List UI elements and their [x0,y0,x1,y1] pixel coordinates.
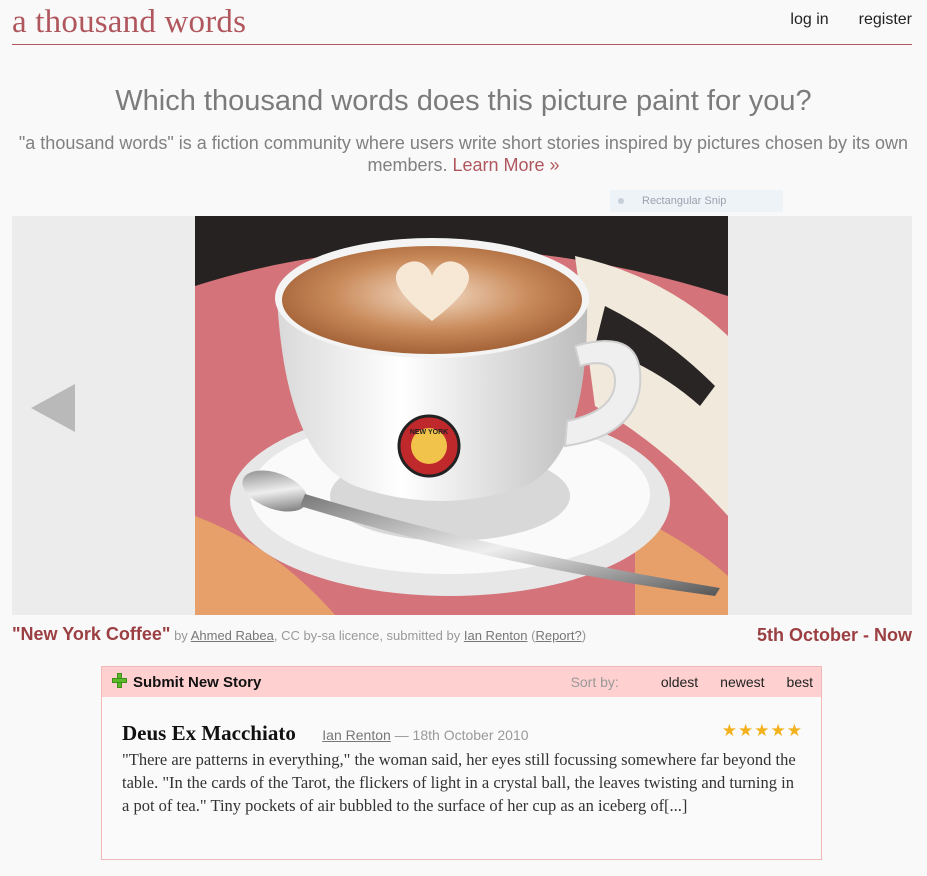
licence-text: , CC by-sa licence, submitted by [273,628,461,643]
rectangular-snip-tooltip: Rectangular Snip [610,190,783,212]
story-rating: ★ ★ ★ ★ ★ [721,721,802,740]
submit-story-button[interactable]: Submit New Story [133,674,261,691]
coffee-cup-photo: NEW YORK [195,216,728,615]
header-divider [12,44,912,45]
stories-toolbar: Submit New Story Sort by: oldest newest … [102,667,821,697]
star-icon: ★ [738,721,754,740]
sort-newest[interactable]: newest [720,674,764,690]
cup-brand-label: NEW YORK [410,429,448,436]
report-link[interactable]: Report? [535,628,581,643]
by-label: by [174,628,188,643]
previous-picture-arrow-icon[interactable] [31,384,75,432]
page-headline: Which thousand words does this picture p… [115,85,812,117]
author-link[interactable]: Ahmed Rabea [191,628,274,643]
story-excerpt: "There are patterns in everything," the … [122,750,796,815]
story-author-link[interactable]: Ian Renton [322,727,391,743]
story-title[interactable]: Deus Ex Macchiato [122,721,296,745]
register-link[interactable]: register [859,11,912,29]
sort-oldest[interactable]: oldest [661,674,698,690]
sort-label: Sort by: [570,674,619,690]
submitter-link[interactable]: Ian Renton [464,628,528,643]
picture-carousel: NEW YORK [12,216,912,615]
snip-icon [618,198,624,204]
featured-picture: NEW YORK [195,216,728,615]
star-icon: ★ [770,721,786,740]
sort-best[interactable]: best [787,674,813,690]
story-date: — 18th October 2010 [390,727,529,743]
login-link[interactable]: log in [790,11,828,29]
story-meta: Ian Renton — 18th October 2010 [322,727,528,743]
sort-controls: Sort by: oldest newest best [571,674,813,690]
report-close: ) [581,628,587,643]
story-item: Deus Ex Macchiato Ian Renton — 18th Octo… [122,721,802,817]
picture-caption: "New York Coffee" by Ahmed Rabea, CC by-… [12,624,586,645]
star-icon: ★ [721,721,737,740]
star-icon: ★ [754,721,770,740]
snip-label: Rectangular Snip [642,195,727,207]
star-icon: ★ [786,721,802,740]
header-nav: log in register [790,11,912,29]
picture-title[interactable]: "New York Coffee" [12,624,170,644]
plus-icon[interactable] [112,672,127,688]
stories-panel: Submit New Story Sort by: oldest newest … [101,666,822,860]
learn-more-link[interactable]: Learn More » [452,155,559,175]
intro-text: "a thousand words" is a fiction communit… [12,132,915,176]
site-title[interactable]: a thousand words [12,4,246,41]
picture-date-range: 5th October - Now [756,625,912,645]
